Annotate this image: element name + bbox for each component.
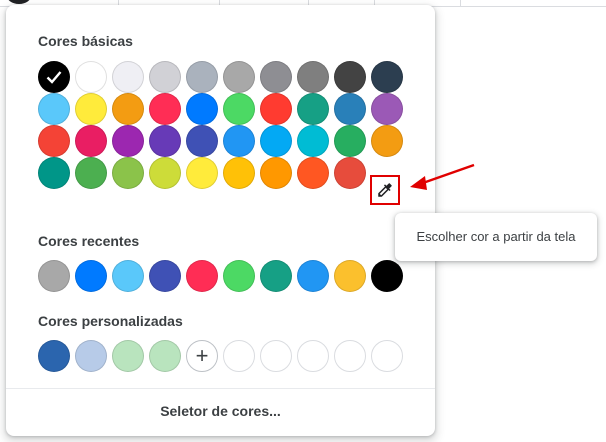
annotation-arrow xyxy=(410,163,475,190)
annotation-arrow-line xyxy=(419,163,475,186)
annotation-arrow-head xyxy=(410,176,427,190)
